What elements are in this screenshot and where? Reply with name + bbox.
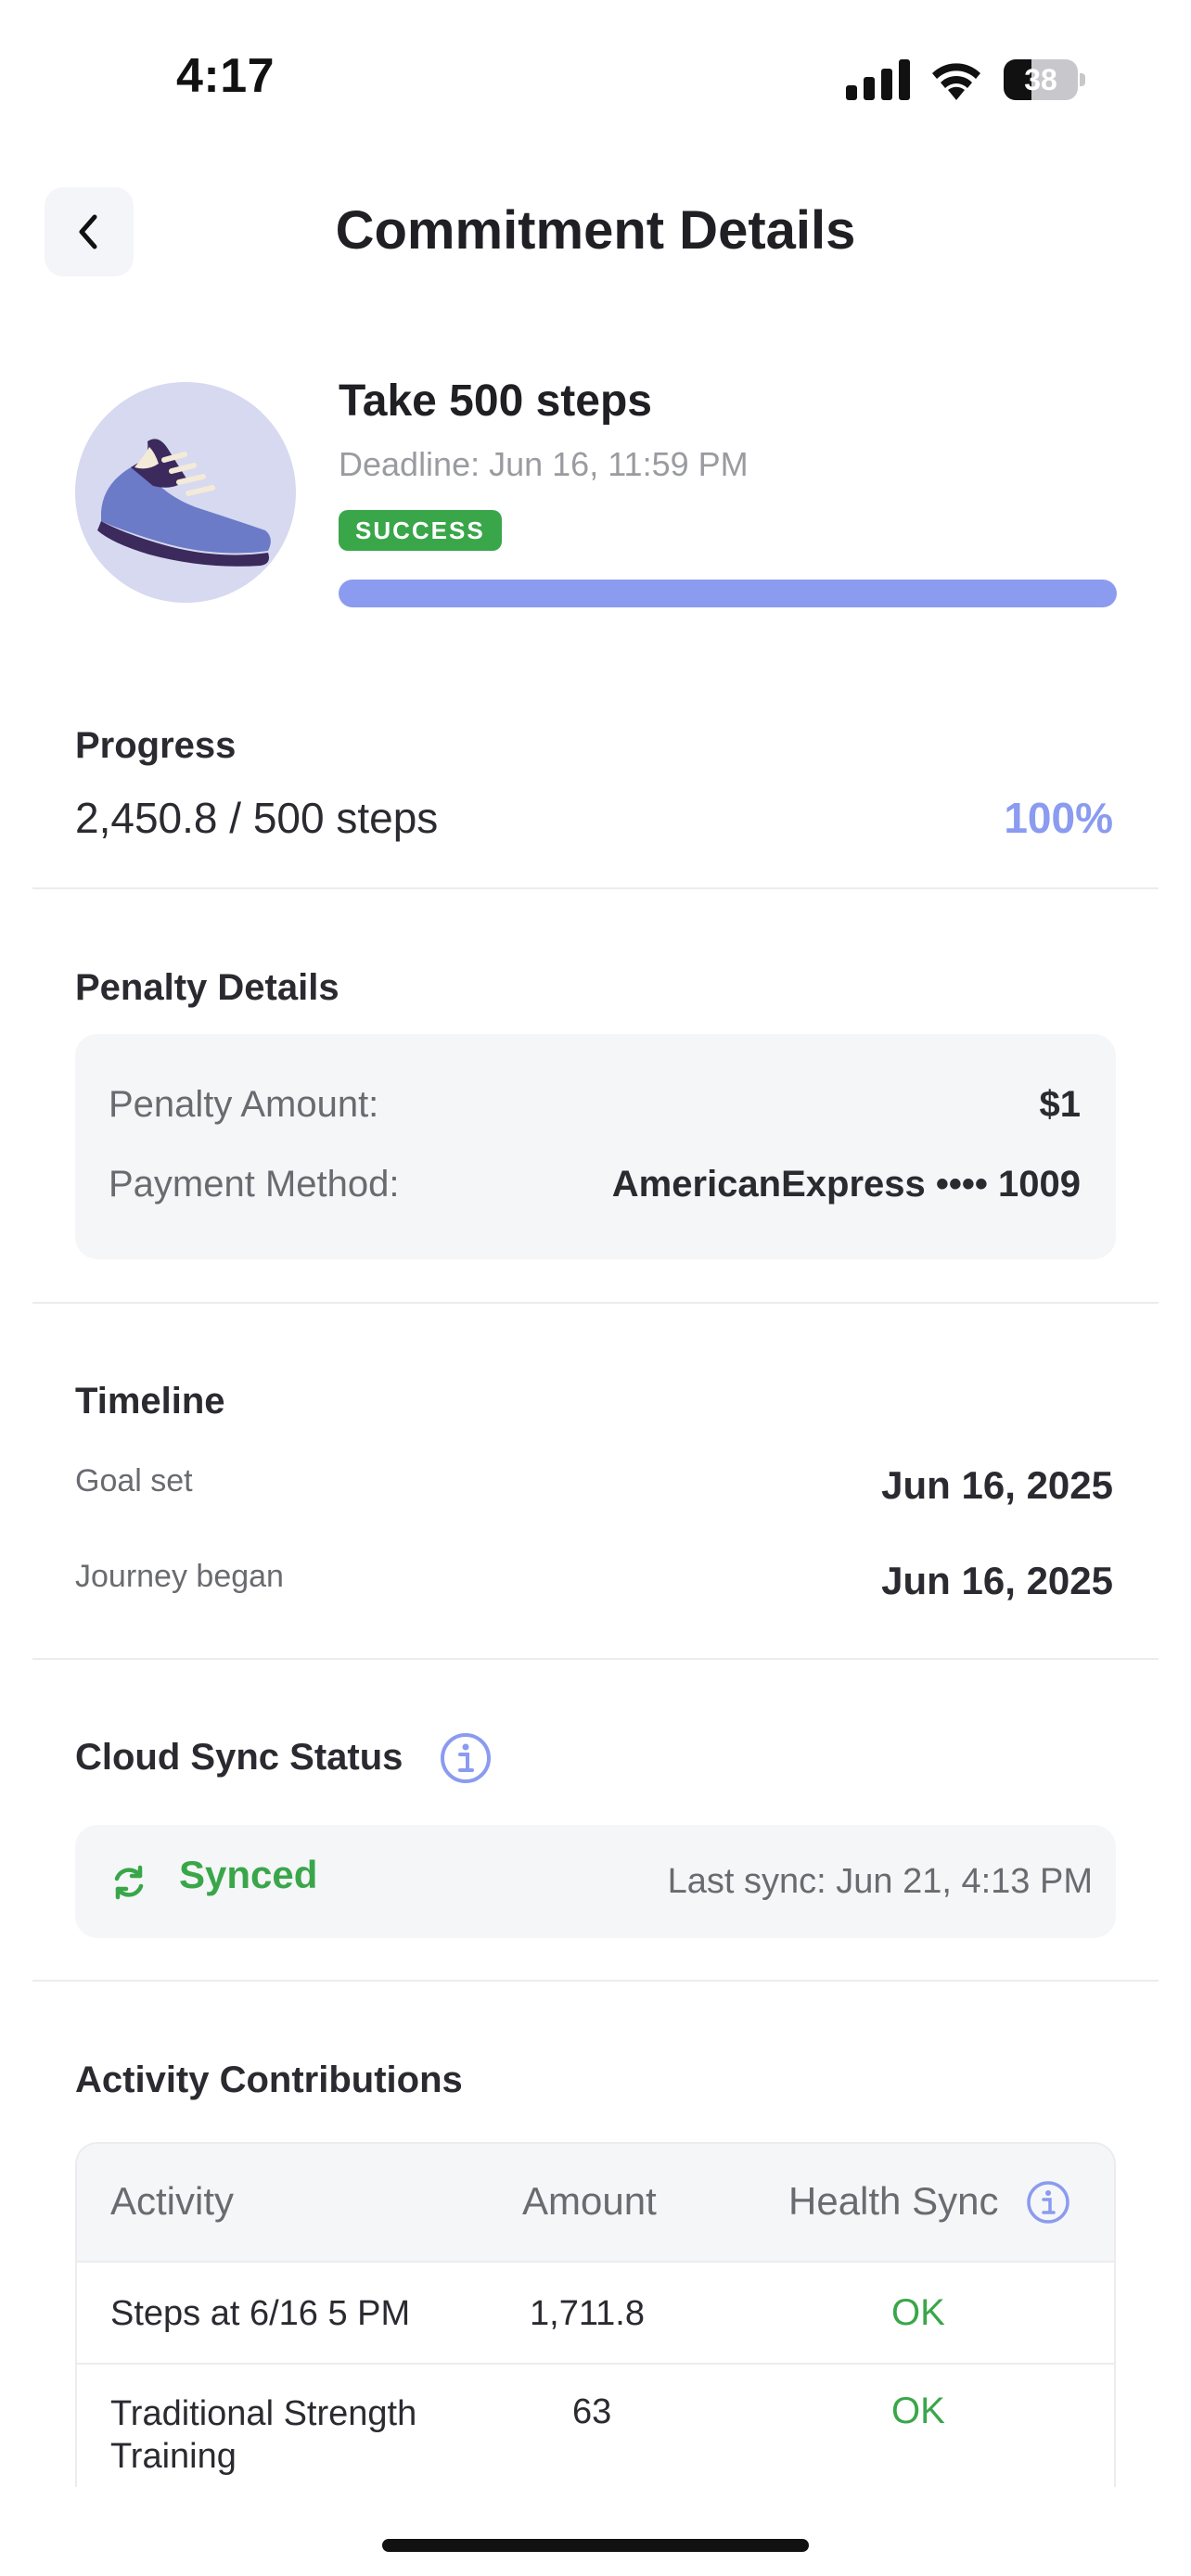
goal-progress-bar xyxy=(339,580,1117,607)
penalty-amount-value: $1 xyxy=(1039,1084,1082,1125)
penalty-amount-label: Penalty Amount: xyxy=(109,1084,379,1125)
goal-avatar xyxy=(75,382,296,603)
last-sync-time: Last sync: Jun 21, 4:13 PM xyxy=(667,1862,1093,1901)
wifi-icon xyxy=(932,63,980,100)
info-icon[interactable] xyxy=(439,1731,493,1785)
column-header-amount: Amount xyxy=(522,2179,657,2223)
payment-method-value: AmericanExpress •••• 1009 xyxy=(611,1164,1081,1205)
status-bar: 4:17 38 xyxy=(0,0,1191,158)
table-row: Traditional Strength Training 63 OK xyxy=(77,2365,1114,2487)
progress-percent: 100% xyxy=(1004,794,1113,842)
activity-amount: 63 xyxy=(572,2392,612,2431)
page-title: Commitment Details xyxy=(335,200,856,261)
goal-deadline: Deadline: Jun 16, 11:59 PM xyxy=(339,445,749,483)
status-time: 4:17 xyxy=(176,49,275,103)
penalty-heading: Penalty Details xyxy=(75,967,339,1008)
activity-table: Activity Amount Health Sync Steps at 6/1… xyxy=(75,2142,1116,2487)
penalty-card: Penalty Amount: $1 Payment Method: Ameri… xyxy=(75,1034,1116,1259)
timeline-item-label: Journey began xyxy=(75,1559,284,1594)
activity-name: Traditional Strength Training xyxy=(110,2394,417,2476)
sneaker-icon xyxy=(97,439,271,567)
table-header: Activity Amount Health Sync xyxy=(77,2144,1114,2263)
health-sync-status: OK xyxy=(891,2292,945,2333)
timeline-heading: Timeline xyxy=(75,1381,225,1422)
divider xyxy=(32,1658,1159,1660)
progress-heading: Progress xyxy=(75,725,237,766)
divider xyxy=(32,887,1159,889)
health-sync-status: OK xyxy=(891,2391,945,2431)
battery-icon: 38 xyxy=(1004,59,1085,100)
sync-icon xyxy=(114,1865,144,1900)
goal-title: Take 500 steps xyxy=(339,376,652,426)
timeline-item-label: Goal set xyxy=(75,1463,193,1498)
table-row: Steps at 6/16 5 PM 1,711.8 OK xyxy=(77,2263,1114,2365)
goal-progress-fill xyxy=(339,580,1117,607)
payment-method-label: Payment Method: xyxy=(109,1164,400,1205)
sync-heading: Cloud Sync Status xyxy=(75,1737,403,1778)
progress-value: 2,450.8 / 500 steps xyxy=(75,794,439,842)
timeline-item-value: Jun 16, 2025 xyxy=(881,1559,1113,1602)
timeline-item-value: Jun 16, 2025 xyxy=(881,1463,1113,1507)
battery-percent: 38 xyxy=(1024,63,1057,96)
divider xyxy=(32,1302,1159,1304)
sync-status: Synced xyxy=(179,1853,318,1896)
activities-heading: Activity Contributions xyxy=(75,2060,463,2100)
activity-amount: 1,711.8 xyxy=(530,2294,645,2333)
activity-name: Steps at 6/16 5 PM xyxy=(110,2294,411,2333)
column-header-activity: Activity xyxy=(110,2179,235,2223)
cellular-signal-icon xyxy=(846,59,910,100)
status-badge: SUCCESS xyxy=(339,510,502,551)
divider xyxy=(32,1980,1159,1982)
info-icon[interactable] xyxy=(1025,2179,1071,2225)
home-indicator[interactable] xyxy=(382,2539,809,2552)
column-header-health-sync: Health Sync xyxy=(788,2179,999,2223)
